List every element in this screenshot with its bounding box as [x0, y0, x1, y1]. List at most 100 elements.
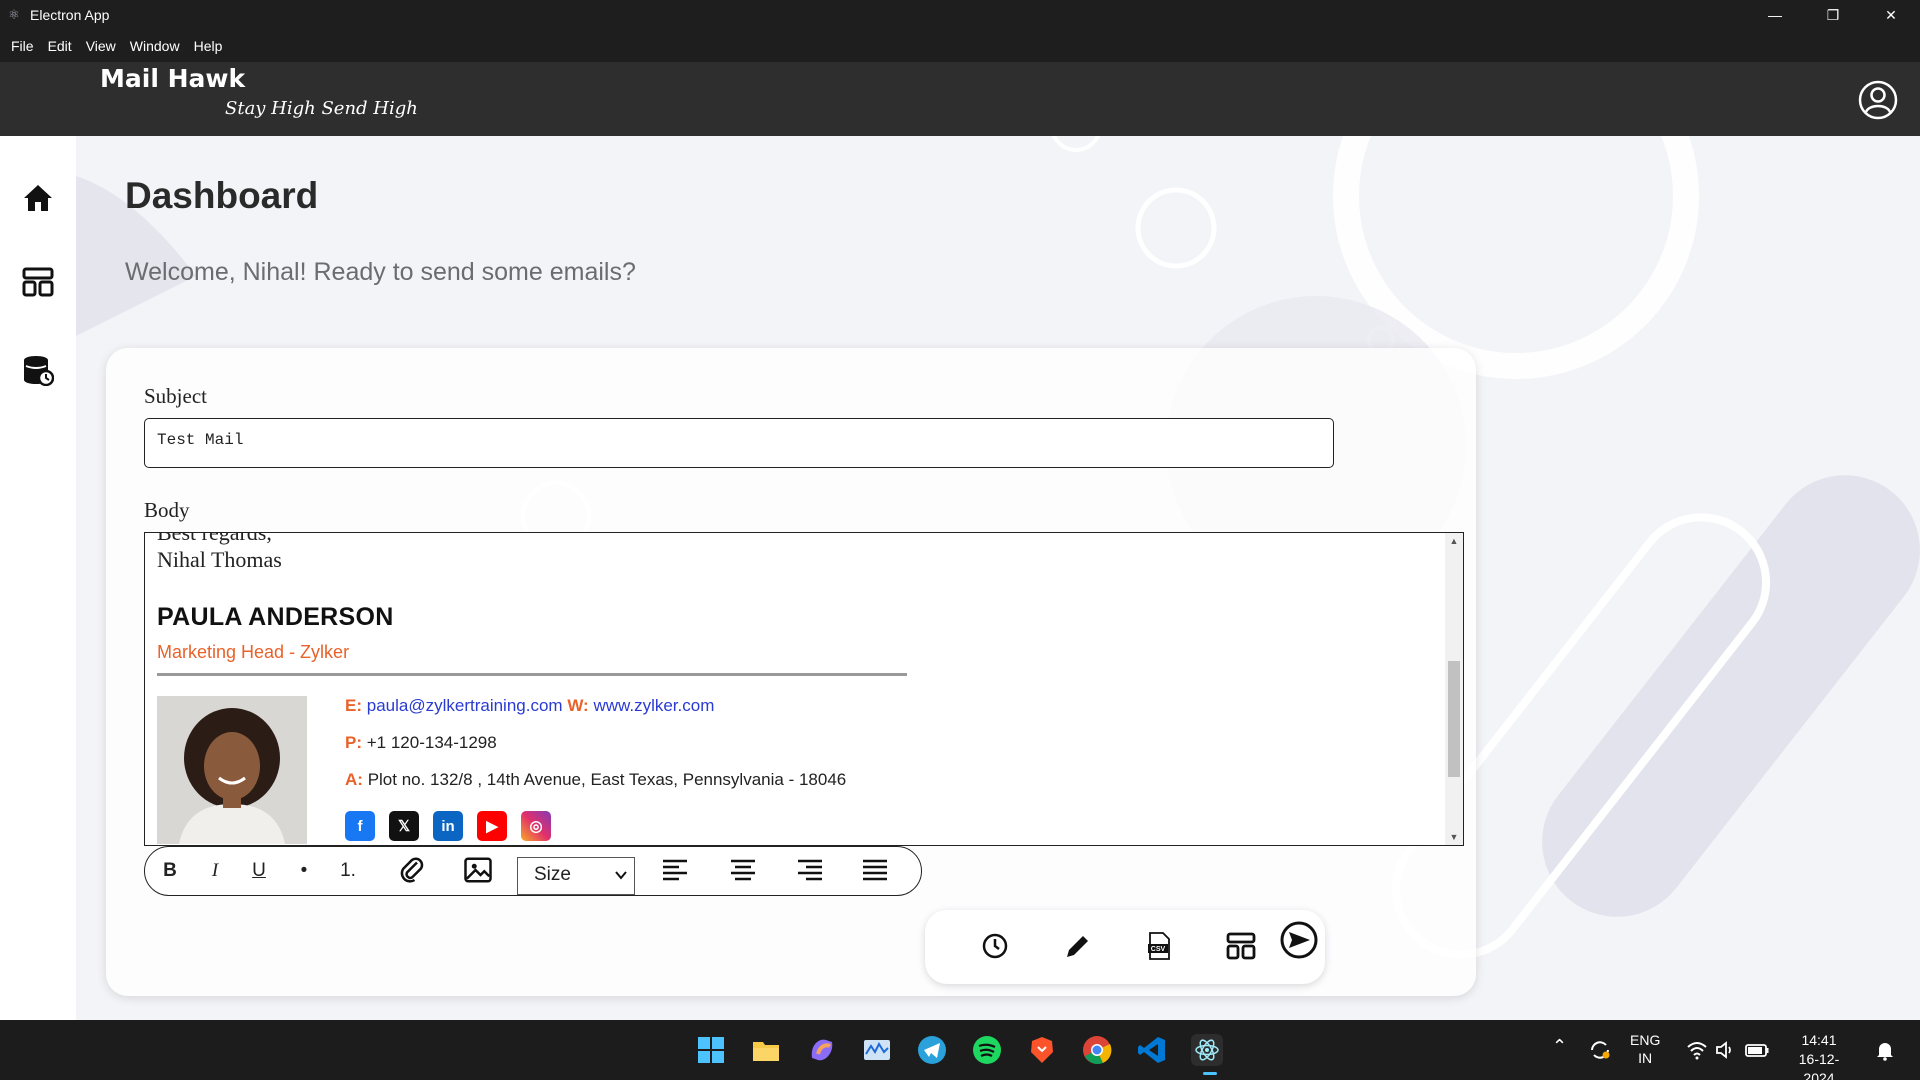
align-center-icon[interactable] [729, 857, 757, 883]
pen-signature-icon[interactable] [1061, 930, 1093, 962]
formatting-toolbar: B I U • 1. Size [144, 846, 922, 896]
telegram-icon[interactable] [916, 1034, 948, 1066]
subject-label: Subject [144, 384, 207, 408]
volume-icon[interactable] [1714, 1040, 1736, 1060]
subject-input[interactable]: Test Mail [144, 418, 1334, 468]
svg-text:CSV: CSV [1151, 946, 1166, 953]
signature-details: E: paula@zylkertraining.com W: www.zylke… [157, 696, 1437, 845]
language-indicator[interactable]: ENG IN [1630, 1031, 1660, 1067]
menu-file[interactable]: File [4, 38, 41, 54]
scroll-up-arrow-icon[interactable]: ▲ [1445, 533, 1463, 549]
page-title: Dashboard [125, 175, 319, 216]
taskbar: ⌃ ENG IN 14:41 16-12-2024 [0, 1020, 1920, 1080]
copilot-icon[interactable] [806, 1034, 838, 1066]
image-icon[interactable] [463, 855, 493, 885]
sidebar [0, 136, 76, 1020]
action-bar: CSV [925, 910, 1325, 984]
align-right-icon[interactable] [796, 857, 824, 883]
scroll-down-arrow-icon[interactable]: ▼ [1445, 829, 1463, 845]
body-editor[interactable]: Best regards, Nihal Thomas PAULA ANDERSO… [144, 532, 1464, 846]
signature-name: PAULA ANDERSON [157, 603, 394, 631]
templates-layout-icon[interactable] [1225, 930, 1257, 962]
facebook-icon[interactable]: f [345, 811, 375, 841]
chevron-down-icon [615, 871, 627, 880]
windows-start-icon[interactable] [695, 1034, 727, 1066]
phone-key: P: [345, 733, 362, 752]
address-key: A: [345, 770, 363, 789]
align-justify-icon[interactable] [861, 857, 889, 883]
brave-browser-icon[interactable] [1026, 1034, 1058, 1066]
home-icon[interactable] [22, 182, 54, 214]
x-twitter-icon[interactable]: 𝕏 [389, 811, 419, 841]
signature-contact: E: paula@zylkertraining.com W: www.zylke… [345, 696, 846, 841]
closing-text: Best regards, [157, 532, 272, 545]
send-icon[interactable] [1279, 920, 1319, 960]
align-left-icon[interactable] [661, 857, 689, 883]
signature-address: Plot no. 132/8 , 14th Avenue, East Texas… [367, 770, 847, 789]
minimize-button[interactable]: — [1746, 0, 1804, 30]
signature-phone: +1 120-134-1298 [366, 733, 497, 752]
electron-icon: ⚛ [8, 7, 20, 22]
wifi-icon[interactable] [1686, 1040, 1708, 1060]
body-scrollbar[interactable]: ▲ ▼ [1445, 533, 1463, 845]
battery-icon[interactable] [1744, 1040, 1770, 1060]
menu-help[interactable]: Help [187, 38, 230, 54]
clock[interactable]: 14:41 16-12-2024 [1784, 1031, 1854, 1080]
show-hidden-icons-chevron-icon[interactable]: ⌃ [1552, 1036, 1567, 1057]
templates-icon[interactable] [22, 266, 54, 298]
signature-photo [157, 696, 307, 844]
menu-bar: File Edit View Window Help [0, 30, 1920, 62]
menu-edit[interactable]: Edit [41, 38, 79, 54]
instagram-icon[interactable]: ◎ [521, 811, 551, 841]
menu-window[interactable]: Window [123, 38, 187, 54]
body-label: Body [144, 498, 190, 522]
title-bar: ⚛ Electron App — ❐ ✕ [0, 0, 1920, 30]
bullet-list-button[interactable]: • [289, 847, 319, 895]
clock-time: 14:41 [1801, 1032, 1837, 1048]
linkedin-icon[interactable]: in [433, 811, 463, 841]
font-size-value: Size [534, 864, 571, 885]
underline-button[interactable]: U [244, 847, 274, 895]
paperclip-icon[interactable] [397, 855, 427, 885]
vscode-icon[interactable] [1136, 1034, 1168, 1066]
email-key: E: [345, 696, 362, 715]
user-profile-icon[interactable] [1858, 80, 1898, 120]
spotify-icon[interactable] [971, 1034, 1003, 1066]
signature-email-link[interactable]: paula@zylkertraining.com [367, 696, 563, 715]
signature-role: Marketing Head - Zylker [157, 642, 350, 662]
app-header: Mail Hawk Stay High Send High [0, 62, 1920, 136]
chrome-icon[interactable] [1081, 1034, 1113, 1066]
bold-button[interactable]: B [155, 847, 185, 895]
social-links: f 𝕏 in ▶ ◎ [345, 811, 846, 841]
window-title: Electron App [30, 7, 110, 23]
font-size-select[interactable]: Size [517, 857, 635, 895]
electron-app-taskbar-icon[interactable] [1191, 1034, 1223, 1066]
brand-tagline: Stay High Send High [225, 98, 418, 119]
brand-logo: Mail Hawk [100, 64, 246, 93]
csv-file-icon[interactable]: CSV [1143, 930, 1175, 962]
notification-bell-icon[interactable] [1874, 1039, 1896, 1061]
close-button[interactable]: ✕ [1862, 0, 1920, 30]
signature-divider [157, 673, 907, 676]
youtube-icon[interactable]: ▶ [477, 811, 507, 841]
signature-web-link[interactable]: www.zylker.com [593, 696, 714, 715]
history-database-icon[interactable] [22, 354, 54, 386]
sender-name: Nihal Thomas [157, 547, 282, 572]
scroll-thumb[interactable] [1448, 661, 1460, 777]
resource-monitor-icon[interactable] [861, 1034, 893, 1066]
window-controls: — ❐ ✕ [1746, 0, 1920, 30]
active-app-indicator [1203, 1072, 1217, 1075]
web-key: W: [567, 696, 589, 715]
region-code: IN [1638, 1050, 1653, 1066]
clock-date: 16-12-2024 [1798, 1051, 1840, 1080]
welcome-message: Welcome, Nihal! Ready to send some email… [125, 258, 636, 286]
body-content: Best regards, Nihal Thomas PAULA ANDERSO… [157, 532, 1437, 845]
language-code: ENG [1630, 1032, 1661, 1048]
numbered-list-button[interactable]: 1. [331, 847, 365, 895]
file-explorer-icon[interactable] [750, 1034, 782, 1066]
schedule-clock-icon[interactable] [979, 930, 1011, 962]
menu-view[interactable]: View [79, 38, 123, 54]
italic-button[interactable]: I [200, 847, 230, 895]
restore-button[interactable]: ❐ [1804, 0, 1862, 30]
sync-icon[interactable] [1588, 1038, 1612, 1062]
